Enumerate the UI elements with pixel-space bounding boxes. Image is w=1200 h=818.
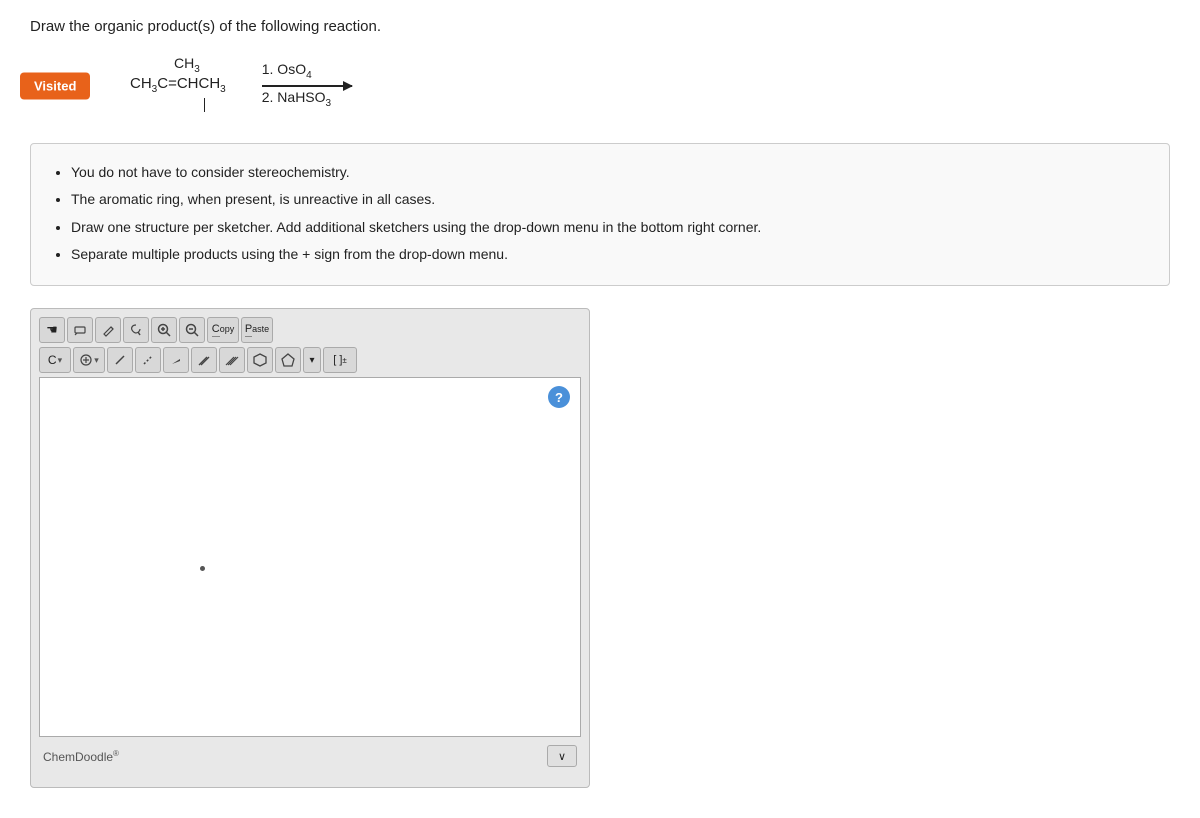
sketcher-outer: ☚ C opy bbox=[30, 308, 590, 788]
page-title: Draw the organic product(s) of the follo… bbox=[30, 18, 1170, 35]
add-sketcher-icon: ∨ bbox=[558, 750, 566, 763]
reagent2: 2. NaHSO3 bbox=[262, 89, 331, 109]
reaction-area: Visited CH3 CH3C=CHCH3 1. OsO4 2. NaHSO3 bbox=[30, 53, 1170, 119]
lasso-tool[interactable] bbox=[123, 317, 149, 343]
sketcher-footer: ChemDoodle® ∨ bbox=[39, 743, 581, 769]
instructions-list: You do not have to consider stereochemis… bbox=[53, 160, 1147, 267]
dot-marker bbox=[200, 566, 205, 571]
add-sketcher-button[interactable]: ∨ bbox=[547, 745, 577, 767]
zoom-in-tool[interactable] bbox=[151, 317, 177, 343]
copy-tool[interactable]: C opy bbox=[207, 317, 239, 343]
dotted-bond-tool[interactable] bbox=[135, 347, 161, 373]
carbon-dropdown-tool[interactable]: C▾ bbox=[39, 347, 71, 373]
page-wrapper: Draw the organic product(s) of the follo… bbox=[0, 0, 1200, 818]
instruction-item: Separate multiple products using the + s… bbox=[71, 242, 1147, 267]
reaction-molecule: CH3 CH3C=CHCH3 bbox=[130, 53, 226, 119]
molecule-formula: CH3C=CHCH3 bbox=[130, 73, 226, 97]
toolbar-row1: ☚ C opy bbox=[39, 317, 581, 343]
double-bond-tool[interactable] bbox=[191, 347, 217, 373]
hand-tool[interactable]: ☚ bbox=[39, 317, 65, 343]
arrow-line bbox=[262, 85, 352, 87]
wedge-solid-tool[interactable] bbox=[163, 347, 189, 373]
paste-tool[interactable]: P aste bbox=[241, 317, 273, 343]
pent-ring-tool[interactable] bbox=[275, 347, 301, 373]
instruction-item: You do not have to consider stereochemis… bbox=[71, 160, 1147, 185]
instructions-box: You do not have to consider stereochemis… bbox=[30, 143, 1170, 286]
instruction-item: Draw one structure per sketcher. Add add… bbox=[71, 215, 1147, 240]
visited-badge: Visited bbox=[20, 73, 90, 100]
help-button[interactable]: ? bbox=[548, 386, 570, 408]
reaction-arrow-area: 1. OsO4 2. NaHSO3 bbox=[262, 61, 352, 111]
triple-bond-tool[interactable] bbox=[219, 347, 245, 373]
charge-tool[interactable]: [ ]± bbox=[323, 347, 357, 373]
reagent1: 1. OsO4 bbox=[262, 61, 312, 81]
hex-ring-tool[interactable] bbox=[247, 347, 273, 373]
canvas-area[interactable]: ? bbox=[39, 377, 581, 737]
single-bond-tool[interactable] bbox=[107, 347, 133, 373]
zoom-out-tool[interactable] bbox=[179, 317, 205, 343]
ring-dropdown[interactable]: ▾ bbox=[303, 347, 321, 373]
instruction-item: The aromatic ring, when present, is unre… bbox=[71, 187, 1147, 212]
add-atom-tool[interactable]: ▾ bbox=[73, 347, 105, 373]
toolbar-row2: C▾ ▾ bbox=[39, 347, 581, 373]
pencil-tool[interactable] bbox=[95, 317, 121, 343]
chemdoodle-label: ChemDoodle® bbox=[43, 749, 119, 764]
eraser-tool[interactable] bbox=[67, 317, 93, 343]
